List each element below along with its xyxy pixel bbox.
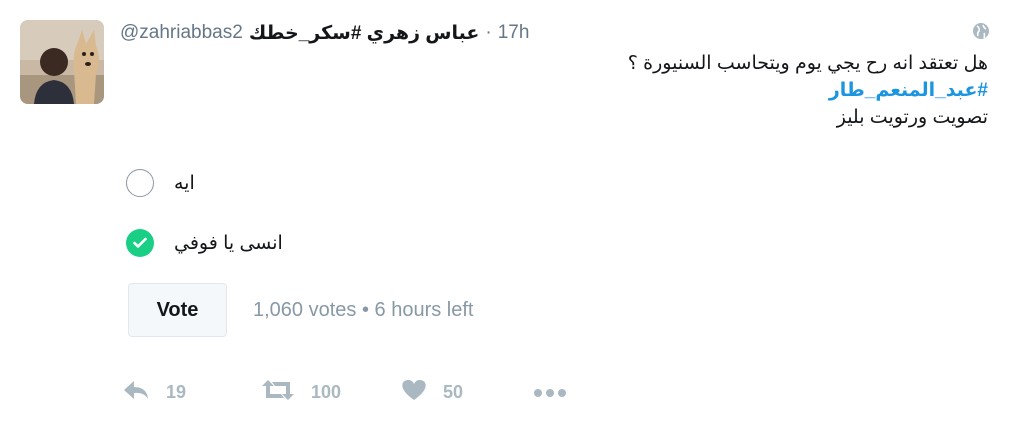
separator-dot: · [485, 22, 492, 43]
globe-icon [972, 22, 990, 40]
user-handle[interactable]: @zahriabbas2 [120, 22, 243, 44]
poll-option-2[interactable]: انسى يا فوفي [126, 226, 283, 260]
vote-button[interactable]: Vote [128, 283, 227, 337]
more-icon[interactable] [533, 382, 567, 403]
heart-icon[interactable] [401, 379, 427, 406]
poll-option-label: انسى يا فوفي [174, 232, 283, 254]
poll-option-1[interactable]: ايه [126, 166, 195, 200]
tweet-text-line: هل تعتقد انه رح يجي يوم ويتحاسب السنيورة… [627, 53, 988, 74]
retweet-icon[interactable] [261, 379, 295, 406]
radio-button[interactable] [126, 169, 154, 197]
tweet-text-line: تصويت ورتويت بليز [836, 107, 988, 128]
retweet-count: 100 [311, 381, 342, 402]
poll-option-label: ايه [174, 172, 195, 194]
poll-meta: 1,060 votes • 6 hours left [253, 299, 474, 321]
retweet-action[interactable]: 100 [261, 376, 341, 408]
display-name[interactable]: عباس زهري #سكر_خطك [249, 22, 480, 45]
reply-action[interactable]: 19 [122, 376, 186, 408]
checkmark-icon [133, 237, 147, 248]
avatar[interactable] [20, 20, 104, 104]
like-action[interactable]: 50 [401, 376, 463, 408]
timestamp[interactable]: 17h [498, 22, 530, 44]
hashtag-link[interactable]: #عبد_المنعم_طار [628, 77, 988, 104]
tweet-text: هل تعتقد انه رح يجي يوم ويتحاسب السنيورة… [628, 50, 988, 131]
tweet-header: @zahriabbas2 عباس زهري #سكر_خطك · 17h [120, 18, 529, 48]
more-action[interactable] [533, 376, 567, 408]
reply-icon[interactable] [122, 379, 150, 406]
like-count: 50 [443, 381, 464, 402]
reply-count: 19 [166, 381, 187, 402]
radio-button-selected[interactable] [126, 229, 154, 257]
